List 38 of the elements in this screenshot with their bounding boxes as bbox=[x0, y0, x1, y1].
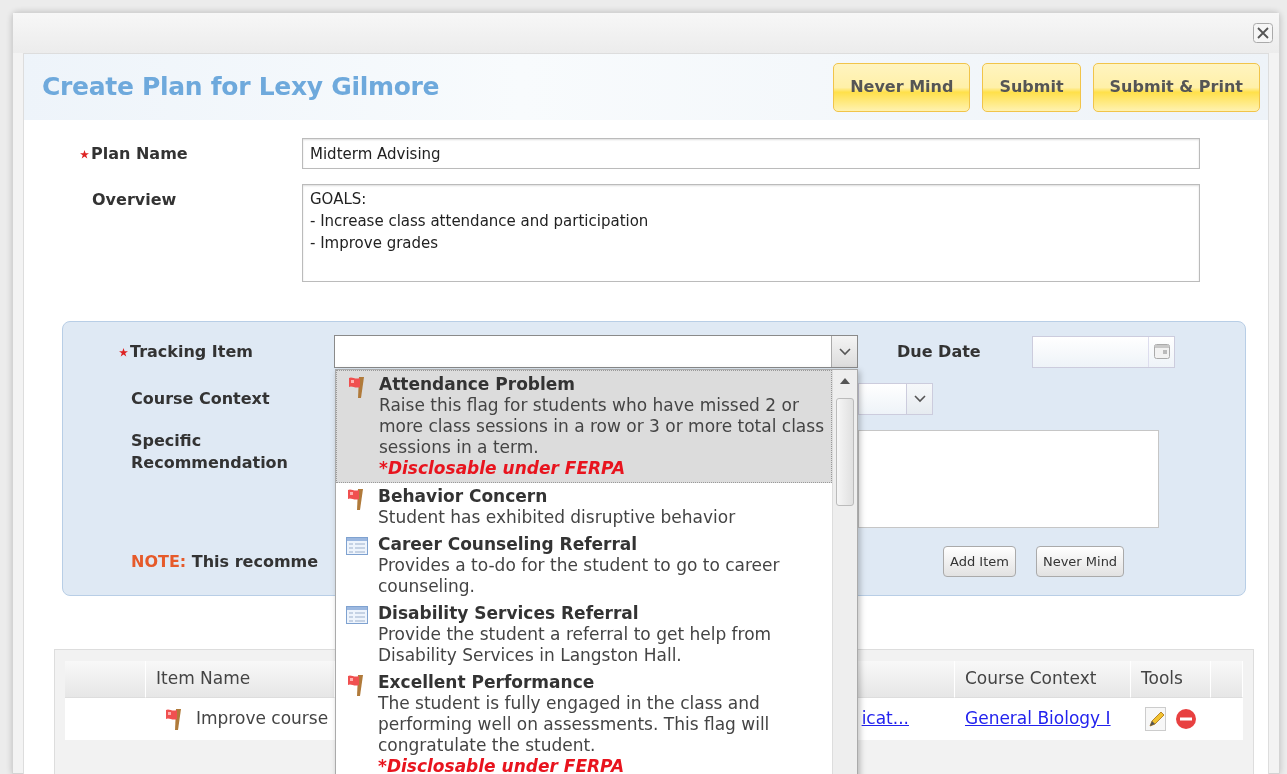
column-header: Tools bbox=[1131, 661, 1211, 698]
field-label: Specific Recommendation bbox=[131, 430, 289, 474]
scrollbar[interactable] bbox=[832, 370, 857, 774]
edit-pencil-icon[interactable] bbox=[1145, 707, 1167, 731]
field-label: Course Context bbox=[131, 389, 270, 408]
dropdown-option[interactable]: Disability Services Referral Provide the student a referral to get help from Disability Services in Langston Hall. bbox=[336, 600, 832, 669]
note-text: NOTE: This recomme bbox=[131, 551, 319, 571]
scroll-up-icon[interactable] bbox=[840, 378, 850, 384]
field-label: Plan Name bbox=[91, 144, 188, 163]
column-header: Item Name bbox=[146, 661, 335, 698]
remove-icon[interactable] bbox=[1175, 708, 1197, 730]
dropdown-option[interactable]: Excellent Performance The student is fully engaged in the class and performing well on assessments. This flag will congratulate the student. *Disclosable under FERPA bbox=[336, 669, 832, 774]
tracking-item-select[interactable] bbox=[334, 335, 858, 368]
plan-name-field[interactable]: Midterm Advising bbox=[302, 138, 1200, 169]
calendar-icon[interactable] bbox=[1153, 344, 1170, 359]
dropdown-option[interactable]: Attendance Problem Raise this flag for students who have missed 2 or more class sessions in a row or 3 or more total class sessions in a term. *Disclosable under FERPA bbox=[336, 370, 832, 483]
overview-field[interactable]: GOALS: - Increase class attendance and participation - Improve grades bbox=[302, 184, 1200, 282]
field-label: Overview bbox=[92, 190, 177, 209]
dropdown-option[interactable]: Career Counseling Referral Provides a to-do for the student to go to career counseling. bbox=[336, 531, 832, 600]
dialog-button[interactable]: Submit & Print bbox=[1092, 62, 1260, 112]
recommendation-field[interactable] bbox=[858, 430, 1159, 528]
dialog-button[interactable]: Never Mind bbox=[833, 62, 971, 112]
item-link[interactable]: icat... bbox=[861, 706, 909, 732]
dropdown-option[interactable]: Behavior Concern Student has exhibited disruptive behavior bbox=[336, 483, 832, 531]
dialog-title: Create Plan for Lexy Gilmore bbox=[42, 71, 440, 104]
course-link[interactable]: General Biology I bbox=[965, 706, 1111, 732]
column-header: Course Context bbox=[955, 661, 1131, 698]
dialog-button[interactable]: Submit bbox=[982, 62, 1081, 112]
due-date-field[interactable] bbox=[1032, 335, 1175, 368]
table-cell-text: Improve course bbox=[196, 707, 329, 731]
panel-button[interactable]: Add Item bbox=[943, 546, 1016, 577]
list-icon bbox=[346, 537, 368, 555]
field-label: Due Date bbox=[897, 340, 982, 363]
close-icon[interactable] bbox=[1253, 23, 1273, 43]
field-label: Tracking Item bbox=[130, 341, 253, 361]
scrollbar-thumb[interactable] bbox=[836, 398, 854, 506]
panel-button[interactable]: Never Mind bbox=[1035, 546, 1125, 577]
list-icon bbox=[346, 606, 368, 624]
